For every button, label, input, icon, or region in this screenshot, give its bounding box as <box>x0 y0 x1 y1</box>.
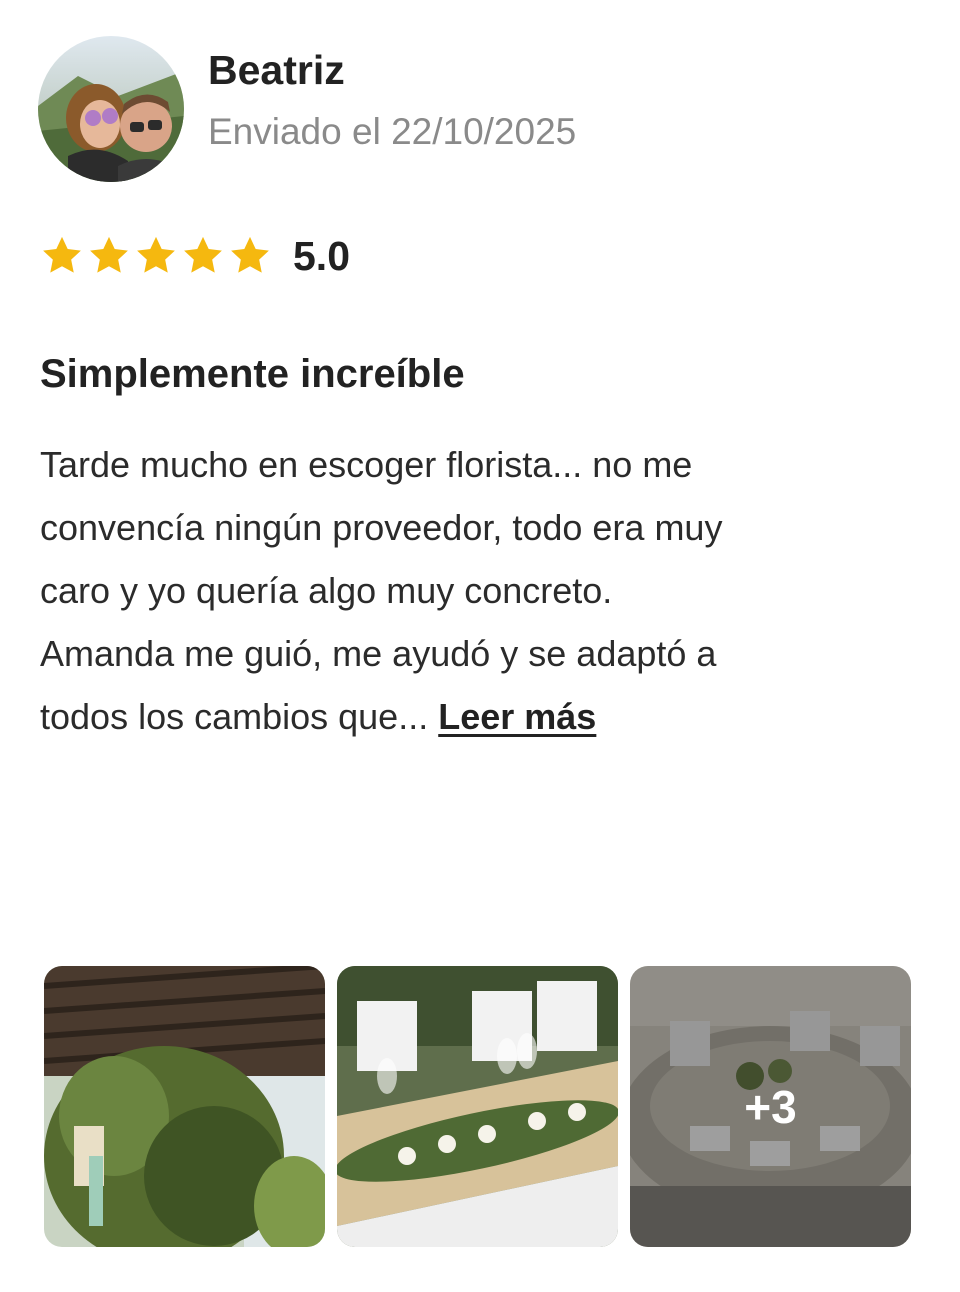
review-date: Enviado el 22/10/2025 <box>208 111 577 152</box>
review-photo-1[interactable] <box>44 966 325 1247</box>
star-icon <box>87 234 131 278</box>
star-icon <box>228 234 272 278</box>
author-name: Beatriz <box>208 47 345 93</box>
more-photos-overlay[interactable]: +3 <box>630 966 911 1247</box>
review-body: Tarde mucho en escoger florista... no me… <box>40 433 920 748</box>
rating-stars <box>40 234 275 278</box>
review-text-line: Tarde mucho en escoger florista... no me <box>40 444 693 485</box>
more-photos-count: +3 <box>744 1080 797 1133</box>
rating: 5.0 <box>40 228 350 284</box>
star-icon <box>134 234 178 278</box>
review-text-truncated: todos los cambios que... <box>40 696 429 737</box>
review-title: Simplemente increíble <box>40 352 465 396</box>
rating-value: 5.0 <box>293 232 350 279</box>
photo-table-flowers-icon <box>337 966 618 1247</box>
review-text-line-last: todos los cambios que... Leer más <box>40 685 920 748</box>
review-text-line: convencía ningún proveedor, todo era muy <box>40 507 723 548</box>
author-avatar <box>38 36 184 182</box>
star-icon <box>40 234 84 278</box>
review-text-line: caro y yo quería algo muy concreto. <box>40 570 613 611</box>
star-icon <box>181 234 225 278</box>
photo-greenery-pergola-icon <box>44 966 325 1247</box>
review-photos: +3 <box>44 966 911 1247</box>
review-photo-2[interactable] <box>337 966 618 1247</box>
review-text-line: Amanda me guió, me ayudó y se adaptó a <box>40 633 717 674</box>
read-more-link[interactable]: Leer más <box>438 696 596 737</box>
review-photo-3[interactable]: +3 <box>630 966 911 1247</box>
